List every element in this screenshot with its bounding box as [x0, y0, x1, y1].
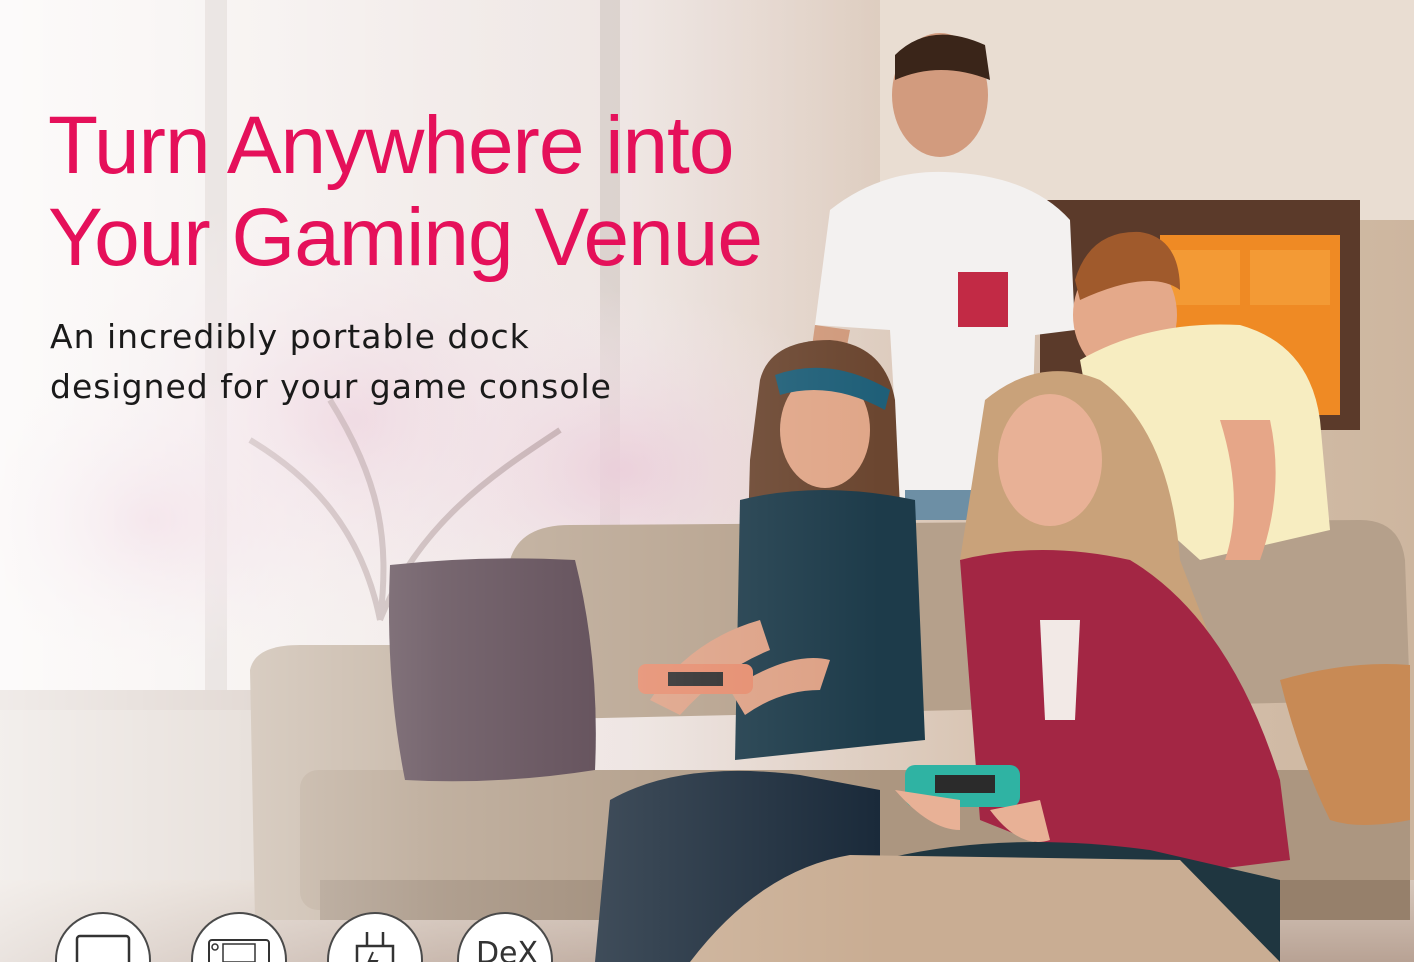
headline-line-2: Your Gaming Venue — [48, 192, 763, 283]
subheadline-line-1: An incredibly portable dock — [50, 317, 530, 356]
headline: Turn Anywhere into Your Gaming Venue — [48, 100, 763, 284]
subheadline: An incredibly portable dock designed for… — [50, 312, 612, 412]
power-adapter-icon — [327, 912, 423, 962]
hero-banner: Turn Anywhere into Your Gaming Venue An … — [0, 0, 1414, 962]
monitor-icon — [55, 912, 151, 962]
handheld-console-icon — [191, 912, 287, 962]
subheadline-line-2: designed for your game console — [50, 367, 612, 406]
headline-line-1: Turn Anywhere into — [48, 100, 734, 191]
dex-badge-label: DeX — [475, 936, 539, 962]
